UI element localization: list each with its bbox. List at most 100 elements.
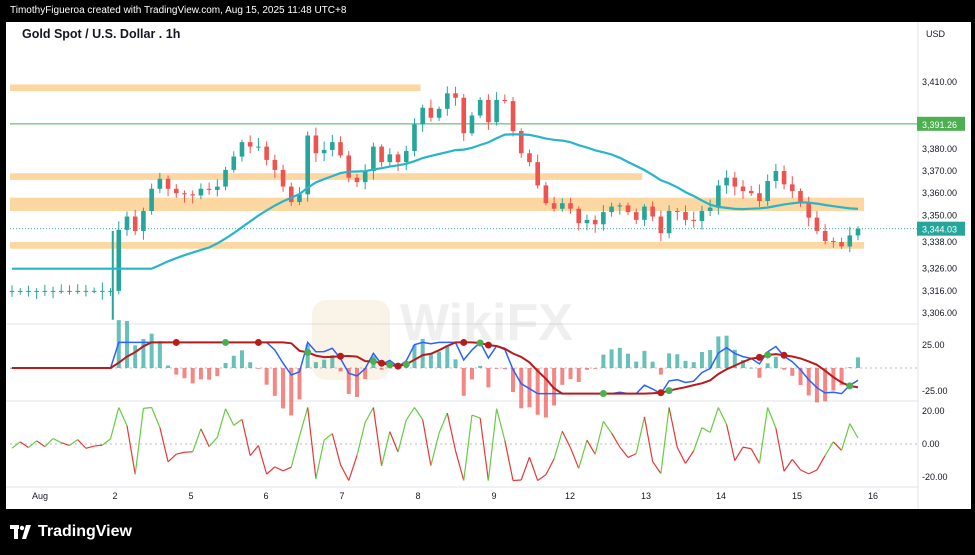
candle-body — [502, 99, 508, 102]
candle-body — [9, 290, 15, 292]
chart-frame: WikiFX 3,410.00 3,380.00 3,370.00 3,360.00 3,… — [0, 0, 975, 555]
symbol-title[interactable]: Gold Spot / U.S. Dollar . 1h — [22, 27, 180, 41]
osc-segment — [323, 433, 333, 441]
histogram-bar — [338, 368, 343, 372]
histogram-bar — [560, 368, 565, 385]
time-axis-label: 8 — [415, 491, 420, 501]
histogram-bar — [847, 367, 852, 369]
osc-segment — [816, 455, 826, 471]
osc-segment — [430, 432, 440, 466]
osc-segment — [791, 458, 801, 471]
osc-segment — [159, 427, 169, 462]
osc-segment — [208, 436, 218, 447]
osc-segment — [249, 445, 259, 457]
candle-body — [280, 169, 286, 187]
time-axis-label: 5 — [188, 491, 193, 501]
osc-segment — [619, 446, 629, 458]
crossover-dot — [394, 362, 402, 370]
crossover-dot — [846, 382, 854, 390]
osc-segment — [143, 406, 152, 409]
price-axis-label: 3,326.00 — [922, 264, 957, 274]
osc-segment — [725, 424, 736, 461]
histogram-bar — [675, 354, 680, 368]
osc-segment — [438, 412, 448, 434]
osc-segment — [643, 416, 654, 462]
candle-body — [732, 177, 738, 187]
osc-segment — [381, 431, 391, 467]
candle-body — [560, 203, 565, 209]
osc-segment — [750, 448, 760, 464]
histogram-bar — [642, 350, 647, 368]
crossover-dot — [460, 338, 468, 346]
candle-body — [403, 151, 409, 163]
footer-brand: TradingView — [38, 523, 132, 540]
histogram-bar — [519, 368, 524, 409]
candle-body — [371, 146, 376, 172]
candle-body — [765, 181, 770, 201]
price-axis-label: 3,410.00 — [922, 77, 957, 87]
candle-body — [330, 142, 335, 150]
price-axis-label: 3,370.00 — [922, 166, 957, 176]
candle-body — [691, 219, 697, 221]
osc-segment — [257, 445, 268, 475]
candle-body — [699, 210, 705, 221]
osc-segment — [282, 466, 292, 472]
candle-body — [822, 230, 828, 241]
osc-segment — [578, 440, 588, 469]
candle-body — [17, 290, 23, 292]
osc-segment — [471, 414, 481, 419]
osc-segment — [372, 407, 383, 467]
crossover-dot — [402, 360, 410, 368]
candle-body — [675, 210, 680, 213]
osc-segment — [586, 439, 596, 455]
candle-body — [839, 242, 844, 247]
resistance-zone — [10, 84, 421, 92]
candle-body — [34, 290, 39, 292]
candle-body — [272, 159, 278, 170]
candle-body — [831, 240, 836, 243]
crossover-dot — [254, 338, 262, 346]
price-axis-label: 3,380.00 — [922, 144, 957, 154]
osc-segment — [266, 466, 276, 475]
currency-label[interactable]: USD — [926, 29, 945, 39]
candle-body — [83, 290, 89, 292]
histogram-bar — [617, 347, 622, 368]
histogram-bar — [166, 365, 171, 368]
candle-body — [601, 212, 606, 225]
crossover-dot — [764, 351, 772, 359]
price-axis-label: 3,350.00 — [922, 210, 957, 220]
candle-body — [412, 124, 417, 152]
crossover-dot — [755, 353, 763, 361]
histogram-bar — [626, 353, 631, 368]
osc-segment — [134, 408, 145, 475]
candle-body — [264, 146, 269, 160]
candle-body — [806, 202, 812, 218]
histogram-bar — [445, 345, 450, 368]
histogram-bar — [568, 368, 573, 380]
candle-body — [395, 154, 401, 163]
osc-segment — [176, 451, 185, 455]
candle-body — [141, 210, 146, 231]
osc-axis-label: 0.00 — [922, 439, 940, 449]
osc-segment — [537, 474, 547, 482]
osc-segment — [85, 445, 95, 449]
histogram-bar — [428, 353, 433, 368]
crossover-dot — [337, 352, 345, 360]
osc-segment — [693, 427, 703, 451]
histogram-bar — [773, 356, 778, 368]
crossover-dot — [780, 351, 788, 359]
time-axis-label: 12 — [565, 491, 575, 501]
tradingview-logo[interactable]: TradingView — [10, 521, 132, 543]
candle-body — [617, 205, 623, 207]
candle-body — [173, 188, 179, 194]
osc-segment — [611, 432, 621, 448]
osc-segment — [118, 407, 128, 426]
histogram-bar — [576, 368, 581, 382]
osc-segment — [660, 407, 670, 474]
chart-svg[interactable]: WikiFX3,410.003,380.003,370.003,360.003,… — [0, 0, 975, 555]
time-axis-label: 13 — [641, 491, 651, 501]
histogram-bar — [535, 368, 540, 415]
osc-segment — [241, 419, 251, 456]
osc-segment — [356, 422, 366, 456]
level-price-label: 3,391.26 — [922, 120, 957, 130]
